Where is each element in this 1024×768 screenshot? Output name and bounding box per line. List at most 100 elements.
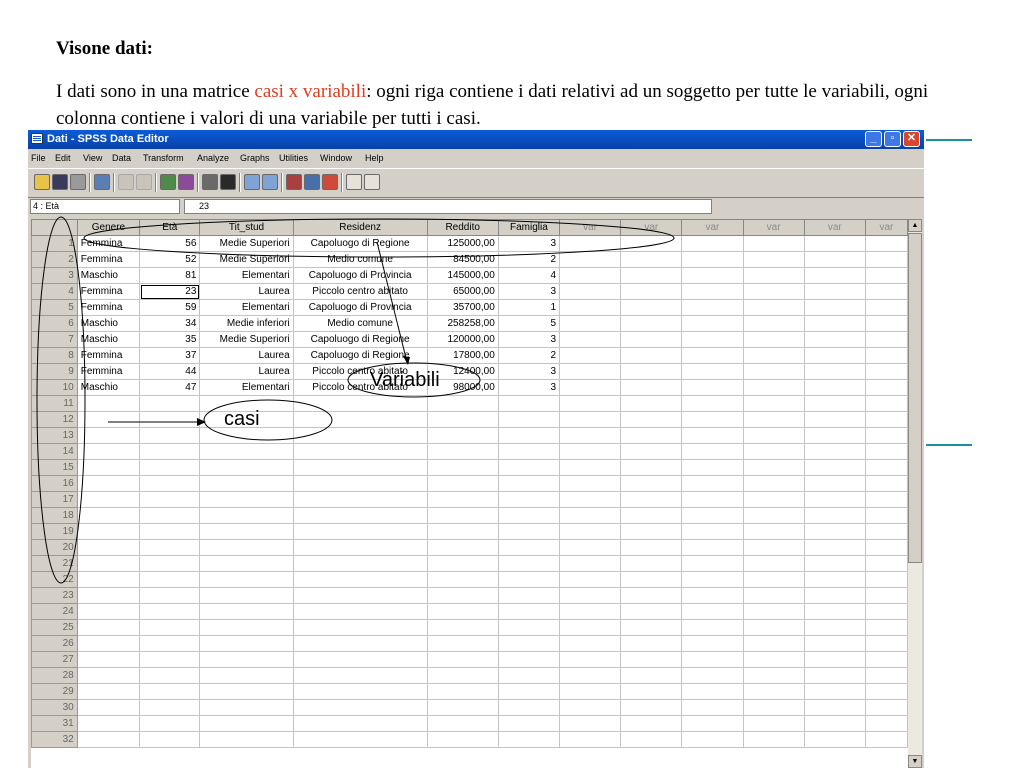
- data-cell[interactable]: [76, 523, 141, 540]
- data-cell[interactable]: [803, 507, 866, 524]
- data-cell[interactable]: 3: [497, 379, 561, 396]
- data-cell[interactable]: [864, 347, 908, 364]
- data-cell[interactable]: [426, 459, 499, 476]
- data-cell[interactable]: [199, 507, 294, 524]
- data-cell[interactable]: [199, 619, 294, 636]
- data-cell[interactable]: [426, 475, 499, 492]
- data-cell[interactable]: [559, 331, 622, 348]
- data-cell[interactable]: Medie inferiori: [199, 315, 294, 332]
- data-cell[interactable]: [620, 315, 683, 332]
- data-cell[interactable]: [559, 459, 622, 476]
- data-cell[interactable]: [199, 459, 294, 476]
- data-cell[interactable]: [292, 715, 428, 732]
- data-cell[interactable]: [864, 539, 908, 556]
- data-cell[interactable]: [497, 411, 561, 428]
- title-bar[interactable]: Dati - SPSS Data Editor _ ▫ ✕: [28, 130, 924, 149]
- column-header[interactable]: var: [864, 219, 908, 236]
- data-cell[interactable]: [139, 571, 201, 588]
- data-cell[interactable]: [803, 235, 866, 252]
- data-cell[interactable]: [426, 635, 499, 652]
- data-cell[interactable]: Femmina: [76, 347, 141, 364]
- data-cell[interactable]: [426, 603, 499, 620]
- data-cell[interactable]: [681, 299, 744, 316]
- data-cell[interactable]: [620, 251, 683, 268]
- data-cell[interactable]: [864, 587, 908, 604]
- data-cell[interactable]: 59: [139, 299, 201, 316]
- data-cell[interactable]: [742, 619, 805, 636]
- row-number[interactable]: 23: [31, 587, 78, 604]
- row-number[interactable]: 11: [31, 395, 78, 412]
- data-cell[interactable]: [742, 667, 805, 684]
- data-cell[interactable]: Capoluogo di Regione: [292, 347, 428, 364]
- data-cell[interactable]: [742, 715, 805, 732]
- data-cell[interactable]: [76, 603, 141, 620]
- data-cell[interactable]: [681, 699, 744, 716]
- data-cell[interactable]: [559, 731, 622, 748]
- data-cell[interactable]: [864, 395, 908, 412]
- data-cell[interactable]: [199, 699, 294, 716]
- data-cell[interactable]: 145000,00: [426, 267, 499, 284]
- data-cell[interactable]: [681, 507, 744, 524]
- data-cell[interactable]: [497, 667, 561, 684]
- data-cell[interactable]: [620, 347, 683, 364]
- row-number[interactable]: 4: [31, 283, 78, 300]
- data-cell[interactable]: Maschio: [76, 315, 141, 332]
- row-number[interactable]: 20: [31, 539, 78, 556]
- data-cell[interactable]: [559, 347, 622, 364]
- data-cell[interactable]: [497, 651, 561, 668]
- data-cell[interactable]: [742, 267, 805, 284]
- data-cell[interactable]: Elementari: [199, 299, 294, 316]
- data-cell[interactable]: [76, 683, 141, 700]
- data-cell[interactable]: [139, 699, 201, 716]
- data-cell[interactable]: [681, 603, 744, 620]
- data-cell[interactable]: [139, 491, 201, 508]
- data-cell[interactable]: [620, 235, 683, 252]
- menu-edit[interactable]: Edit: [55, 153, 71, 163]
- data-cell[interactable]: [426, 427, 499, 444]
- data-cell[interactable]: 4: [497, 267, 561, 284]
- data-cell[interactable]: [742, 523, 805, 540]
- data-cell[interactable]: [426, 507, 499, 524]
- data-cell[interactable]: [681, 667, 744, 684]
- data-cell[interactable]: [742, 571, 805, 588]
- data-cell[interactable]: [292, 523, 428, 540]
- data-cell[interactable]: [620, 507, 683, 524]
- data-cell[interactable]: [620, 331, 683, 348]
- data-cell[interactable]: [199, 731, 294, 748]
- data-cell[interactable]: [139, 683, 201, 700]
- data-cell[interactable]: Femmina: [76, 283, 141, 300]
- data-cell[interactable]: [864, 283, 908, 300]
- data-cell[interactable]: [497, 571, 561, 588]
- data-cell[interactable]: [76, 539, 141, 556]
- column-header[interactable]: var: [681, 219, 744, 236]
- data-cell[interactable]: 37: [139, 347, 201, 364]
- data-cell[interactable]: [199, 651, 294, 668]
- data-cell[interactable]: Medie Superiori: [199, 235, 294, 252]
- data-cell[interactable]: [681, 411, 744, 428]
- row-number[interactable]: 14: [31, 443, 78, 460]
- data-cell[interactable]: [742, 315, 805, 332]
- data-cell[interactable]: [620, 699, 683, 716]
- data-cell[interactable]: [864, 267, 908, 284]
- data-cell[interactable]: [742, 635, 805, 652]
- data-cell[interactable]: [620, 587, 683, 604]
- data-cell[interactable]: [803, 699, 866, 716]
- data-cell[interactable]: [864, 715, 908, 732]
- data-cell[interactable]: [681, 523, 744, 540]
- data-cell[interactable]: [803, 459, 866, 476]
- data-cell[interactable]: [199, 539, 294, 556]
- data-cell[interactable]: [803, 587, 866, 604]
- data-cell[interactable]: [803, 683, 866, 700]
- data-cell[interactable]: 65000,00: [426, 283, 499, 300]
- data-cell[interactable]: [803, 555, 866, 572]
- data-cell[interactable]: [139, 555, 201, 572]
- column-header[interactable]: Età: [139, 219, 201, 236]
- data-cell[interactable]: 34: [139, 315, 201, 332]
- menu-window[interactable]: Window: [320, 153, 352, 163]
- scroll-up-icon[interactable]: ▲: [908, 219, 922, 232]
- data-cell[interactable]: [803, 571, 866, 588]
- data-cell[interactable]: [620, 475, 683, 492]
- row-number[interactable]: 6: [31, 315, 78, 332]
- row-number[interactable]: 7: [31, 331, 78, 348]
- save-icon[interactable]: [52, 174, 68, 190]
